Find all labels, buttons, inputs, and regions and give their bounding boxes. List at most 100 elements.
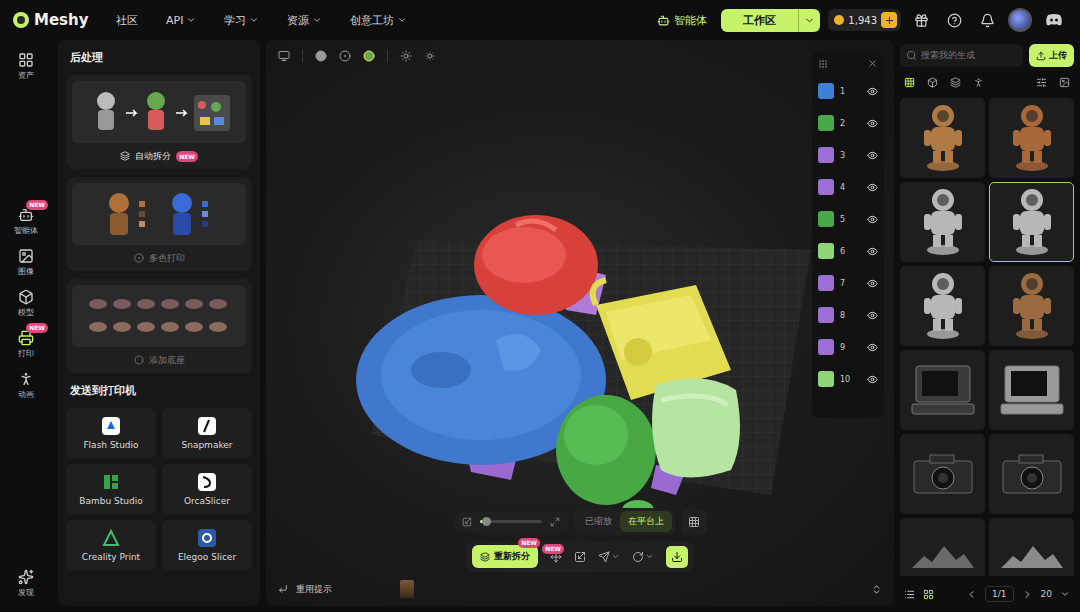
drag-handle-icon[interactable] bbox=[818, 59, 828, 69]
part-color-swatch[interactable] bbox=[818, 307, 834, 323]
tool-card[interactable]: 添加底座 bbox=[66, 279, 252, 373]
generation-thumbnail[interactable] bbox=[900, 518, 985, 576]
part-row[interactable]: 1 bbox=[818, 75, 878, 107]
generation-thumbnail[interactable] bbox=[989, 182, 1074, 262]
close-icon[interactable] bbox=[867, 58, 878, 69]
eye-icon[interactable] bbox=[867, 278, 878, 289]
discord-button[interactable] bbox=[1040, 13, 1068, 27]
generation-thumbnail[interactable] bbox=[989, 98, 1074, 178]
agent-button[interactable]: 智能体 bbox=[651, 13, 713, 28]
viewport[interactable]: 12345678910已缩放在平台上重新拆分NEWNEW重用提示 bbox=[266, 40, 894, 606]
logo[interactable]: Meshy bbox=[12, 11, 98, 29]
layout-button[interactable] bbox=[681, 509, 707, 535]
part-color-swatch[interactable] bbox=[818, 115, 834, 131]
printer-button[interactable]: OrcaSlicer bbox=[162, 464, 252, 514]
scale-slider[interactable] bbox=[454, 512, 568, 532]
rail-item[interactable]: 资产 bbox=[6, 52, 46, 81]
workspace-button[interactable]: 工作区 bbox=[721, 9, 820, 32]
part-row[interactable]: 4 bbox=[818, 171, 878, 203]
reuse-prompt[interactable]: 重用提示 bbox=[296, 583, 332, 596]
part-color-swatch[interactable] bbox=[818, 211, 834, 227]
part-row[interactable]: 2 bbox=[818, 107, 878, 139]
help-button[interactable] bbox=[942, 13, 967, 28]
part-row[interactable]: 6 bbox=[818, 235, 878, 267]
image-filter-icon[interactable] bbox=[1059, 77, 1070, 88]
move-tool-button[interactable]: NEW bbox=[550, 551, 562, 563]
notifications-button[interactable] bbox=[975, 13, 1000, 28]
color-button[interactable] bbox=[363, 50, 375, 62]
filter-icon[interactable] bbox=[1036, 77, 1047, 88]
printer-button[interactable]: Bambu Studio bbox=[66, 464, 156, 514]
upload-button[interactable]: 上传 bbox=[1029, 44, 1074, 67]
next-icon[interactable] bbox=[1022, 589, 1033, 600]
nav-item[interactable]: 创意工坊 bbox=[340, 13, 417, 28]
nav-item[interactable]: 学习 bbox=[214, 13, 269, 28]
light-button[interactable] bbox=[400, 50, 412, 62]
part-color-swatch[interactable] bbox=[818, 339, 834, 355]
part-row[interactable]: 7 bbox=[818, 267, 878, 299]
shaded-button[interactable] bbox=[339, 50, 351, 62]
printer-button[interactable]: Flash Studio bbox=[66, 408, 156, 458]
placement-option[interactable]: 在平台上 bbox=[620, 511, 672, 532]
eye-icon[interactable] bbox=[867, 182, 878, 193]
expand-vertical-icon[interactable] bbox=[871, 584, 882, 595]
part-row[interactable]: 10 bbox=[818, 363, 878, 395]
eye-icon[interactable] bbox=[867, 310, 878, 321]
part-color-swatch[interactable] bbox=[818, 147, 834, 163]
part-color-swatch[interactable] bbox=[818, 83, 834, 99]
chevron-down-icon[interactable] bbox=[1060, 589, 1070, 599]
solid-button[interactable] bbox=[315, 50, 327, 62]
printer-button[interactable]: Elegoo Slicer bbox=[162, 520, 252, 570]
generation-thumbnail[interactable] bbox=[900, 98, 985, 178]
tool-card[interactable]: 自动拆分NEW bbox=[66, 75, 252, 169]
nav-item[interactable]: API bbox=[156, 14, 206, 27]
send-menu[interactable] bbox=[598, 551, 620, 563]
rotate-menu[interactable] bbox=[632, 551, 654, 563]
part-color-swatch[interactable] bbox=[818, 371, 834, 387]
generation-thumbnail[interactable] bbox=[900, 266, 985, 346]
eye-icon[interactable] bbox=[867, 374, 878, 385]
eye-icon[interactable] bbox=[867, 246, 878, 257]
rail-item[interactable]: 发现 bbox=[6, 569, 46, 598]
previous-icon[interactable] bbox=[966, 589, 977, 600]
nav-item[interactable]: 资源 bbox=[277, 13, 332, 28]
light-dim-button[interactable] bbox=[424, 50, 436, 62]
placement-option[interactable]: 已缩放 bbox=[577, 511, 620, 532]
eye-icon[interactable] bbox=[867, 214, 878, 225]
eye-icon[interactable] bbox=[867, 342, 878, 353]
page-size[interactable]: 20 bbox=[1041, 589, 1052, 599]
part-row[interactable]: 9 bbox=[818, 331, 878, 363]
display-button[interactable] bbox=[278, 50, 290, 62]
scale-icon[interactable] bbox=[574, 551, 586, 563]
rail-item[interactable]: NEW打印 bbox=[6, 330, 46, 359]
printer-button[interactable]: Creality Print bbox=[66, 520, 156, 570]
list-view-icon[interactable] bbox=[904, 589, 915, 600]
avatar[interactable] bbox=[1008, 8, 1032, 32]
animation-filter-icon[interactable] bbox=[973, 77, 984, 88]
part-row[interactable]: 5 bbox=[818, 203, 878, 235]
part-row[interactable]: 8 bbox=[818, 299, 878, 331]
rail-item[interactable]: 模型 bbox=[6, 289, 46, 318]
credits[interactable]: 1,943 bbox=[828, 9, 901, 31]
tool-card[interactable]: 多色打印 bbox=[66, 177, 252, 271]
grid-view-icon[interactable] bbox=[923, 589, 934, 600]
part-color-swatch[interactable] bbox=[818, 243, 834, 259]
rail-item[interactable]: 图像 bbox=[6, 248, 46, 277]
generation-thumbnail[interactable] bbox=[900, 350, 985, 430]
nav-item[interactable]: 社区 bbox=[106, 13, 148, 28]
eye-icon[interactable] bbox=[867, 86, 878, 97]
prompt-thumbnail[interactable] bbox=[400, 580, 414, 598]
eye-icon[interactable] bbox=[867, 118, 878, 129]
part-color-swatch[interactable] bbox=[818, 179, 834, 195]
eye-icon[interactable] bbox=[867, 150, 878, 161]
part-color-swatch[interactable] bbox=[818, 275, 834, 291]
generation-thumbnail[interactable] bbox=[989, 350, 1074, 430]
download-button[interactable] bbox=[666, 546, 688, 568]
rail-item[interactable]: NEW智能体 bbox=[6, 207, 46, 236]
gift-button[interactable] bbox=[909, 13, 934, 28]
generation-thumbnail[interactable] bbox=[989, 518, 1074, 576]
texture-filter-icon[interactable] bbox=[950, 77, 961, 88]
generation-thumbnail[interactable] bbox=[900, 182, 985, 262]
search-field[interactable]: 搜索我的生成 bbox=[900, 44, 1023, 67]
model-filter-icon[interactable] bbox=[927, 77, 938, 88]
